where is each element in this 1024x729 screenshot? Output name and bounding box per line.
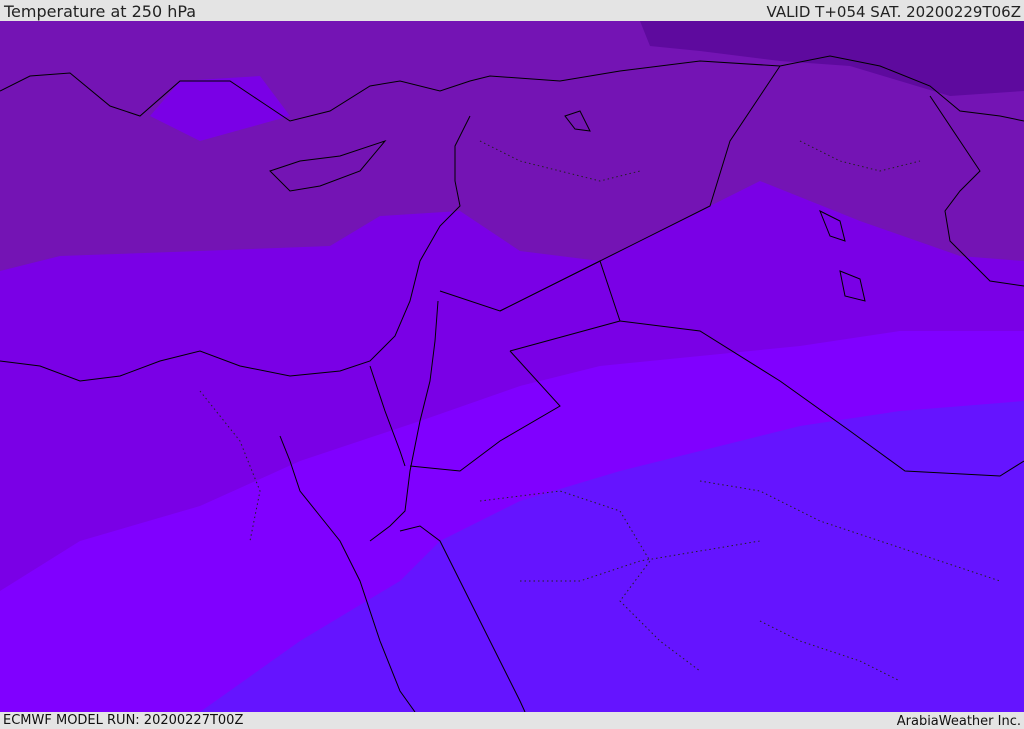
map-canvas — [0, 21, 1024, 712]
valid-time-label: VALID T+054 SAT. 20200229T06Z — [766, 3, 1021, 21]
credit-label: ArabiaWeather Inc. — [896, 714, 1021, 729]
weather-map[interactable] — [0, 21, 1024, 712]
map-title: Temperature at 250 hPa — [4, 2, 197, 21]
footer-bar: ECMWF MODEL RUN: 20200227T00Z ArabiaWeat… — [0, 712, 1024, 729]
header-bar: Temperature at 250 hPa VALID T+054 SAT. … — [0, 0, 1024, 21]
model-run-label: ECMWF MODEL RUN: 20200227T00Z — [3, 713, 244, 728]
